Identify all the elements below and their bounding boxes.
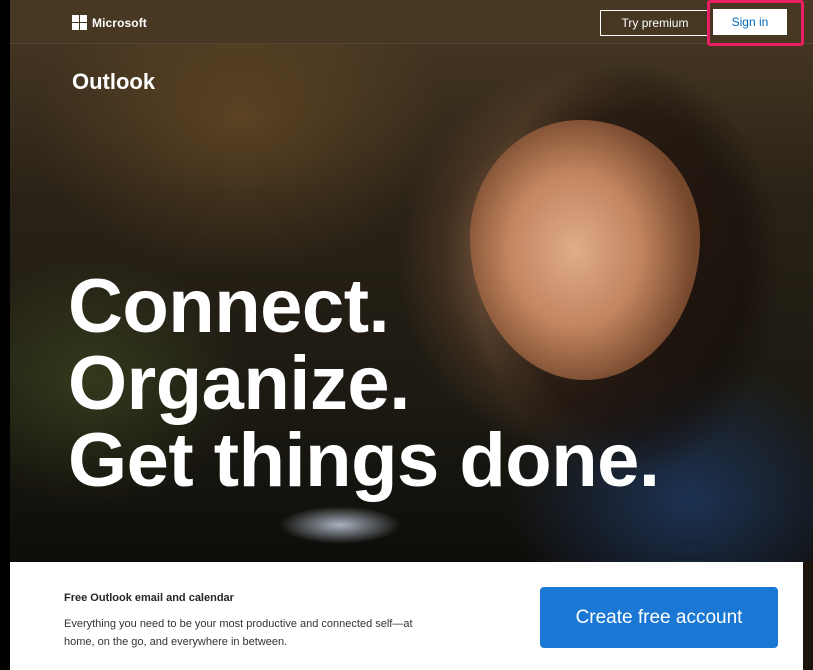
headline-line-1: Connect. — [68, 264, 390, 349]
microsoft-logo-text: Microsoft — [92, 15, 147, 30]
phone-glow — [260, 500, 420, 550]
product-title: Outlook — [72, 69, 156, 94]
microsoft-logo-icon — [72, 15, 87, 30]
hero-headline: Connect. Organize. Get things done. — [68, 268, 788, 499]
card-title: Free Outlook email and calendar — [64, 592, 234, 604]
create-free-account-button[interactable]: Create free account — [540, 587, 778, 648]
try-premium-button[interactable]: Try premium — [600, 10, 710, 36]
sign-in-button[interactable]: Sign in — [713, 9, 787, 35]
card-description: Everything you need to be your most prod… — [64, 618, 413, 648]
headline-line-3: Get things done. — [68, 418, 660, 503]
microsoft-logo-link[interactable]: Microsoft — [72, 15, 147, 30]
top-bar: Microsoft Try premium Sign in — [10, 0, 813, 46]
headline-line-2: Organize. — [68, 341, 410, 426]
signup-card: Free Outlook email and calendar Everythi… — [10, 562, 803, 670]
